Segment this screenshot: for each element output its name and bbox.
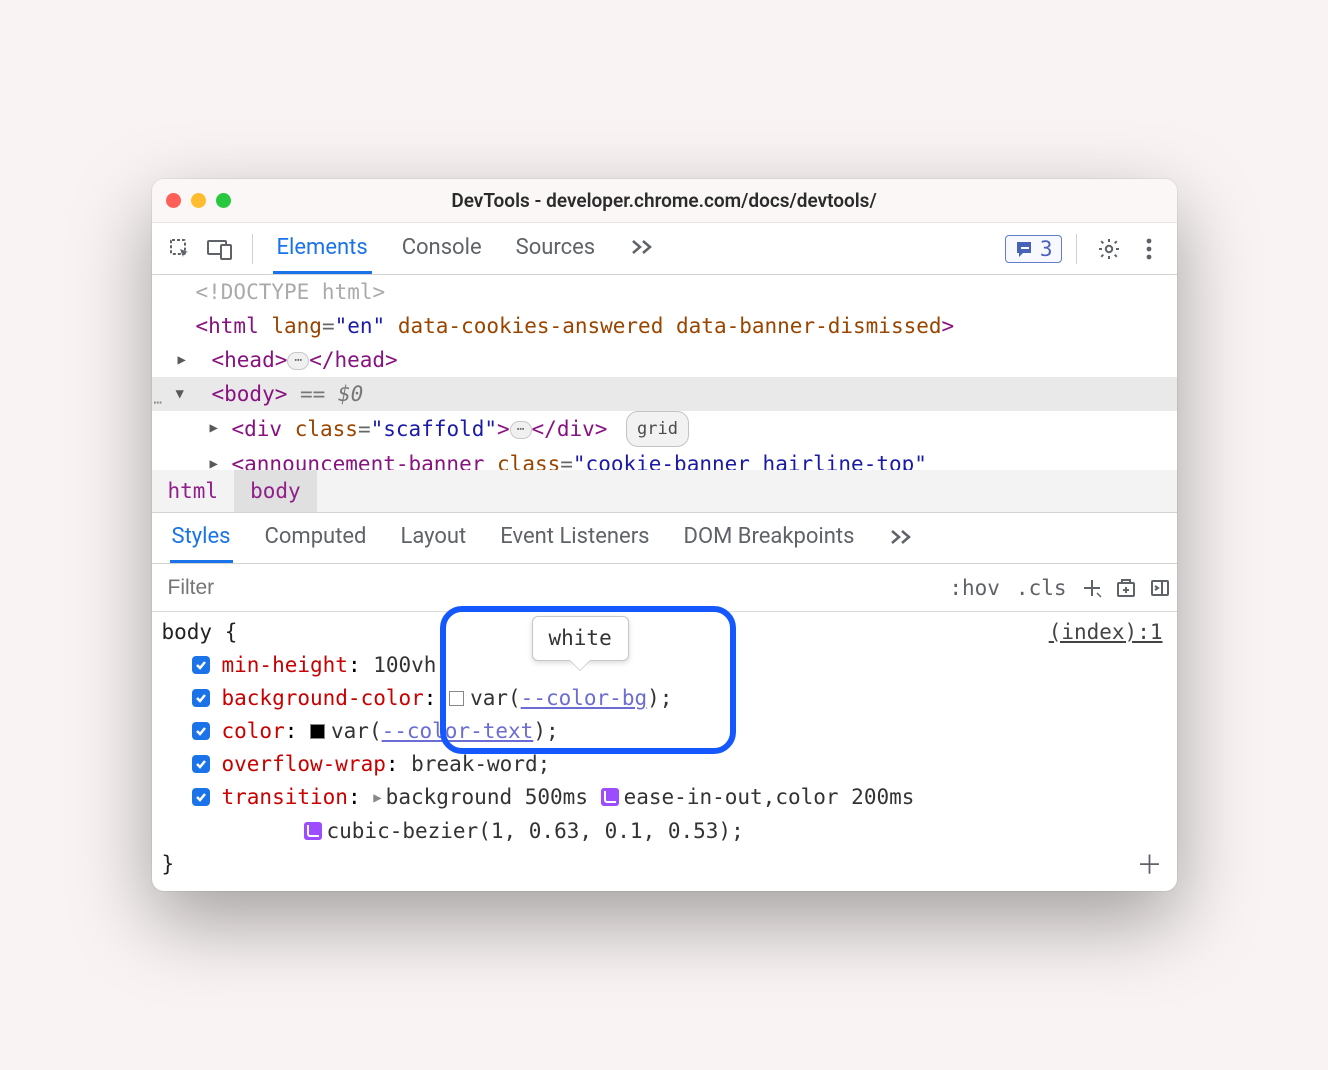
div-scaffold-node[interactable]: ▶ <div class="scaffold">⋯</div> grid [152, 411, 1177, 447]
breadcrumb-html[interactable]: html [152, 470, 235, 512]
tab-sources[interactable]: Sources [512, 223, 600, 274]
property-checkbox[interactable] [192, 755, 210, 773]
announcement-banner-node[interactable]: ▶ <announcement-banner class="cookie-ban… [152, 447, 1177, 470]
css-var-link[interactable]: --color-text [382, 719, 534, 743]
add-property-icon[interactable]: ＋ [1136, 850, 1162, 883]
property-transition[interactable]: transition: ▶background 500ms ease-in-ou… [162, 781, 1167, 815]
device-toolbar-icon[interactable] [202, 231, 238, 267]
ellipsis-badge[interactable]: ⋯ [287, 352, 309, 370]
issues-count: 3 [1040, 237, 1053, 261]
collapse-arrow-icon[interactable]: ▼ [176, 377, 184, 411]
breadcrumb-body[interactable]: body [234, 470, 317, 512]
traffic-lights [166, 193, 231, 208]
subtab-styles[interactable]: Styles [170, 513, 233, 563]
inspect-element-icon[interactable] [162, 231, 198, 267]
source-link[interactable]: (index):1 [1049, 616, 1163, 649]
maximize-window-button[interactable] [216, 193, 231, 208]
new-style-rule-icon[interactable] [1075, 577, 1109, 599]
toolbar-separator [1076, 234, 1077, 264]
body-node-selected[interactable]: ⋯ ▼ <body> == $0 [152, 377, 1177, 411]
property-checkbox[interactable] [192, 788, 210, 806]
cls-toggle[interactable]: .cls [1008, 576, 1075, 600]
subtab-dom-breakpoints[interactable]: DOM Breakpoints [682, 513, 857, 563]
settings-gear-icon[interactable] [1091, 231, 1127, 267]
tab-console[interactable]: Console [398, 223, 486, 274]
easing-editor-icon[interactable] [304, 822, 322, 840]
property-checkbox[interactable] [192, 656, 210, 674]
copy-styles-icon[interactable] [1109, 577, 1143, 599]
main-tabs: Elements Console Sources [273, 223, 660, 274]
minimize-window-button[interactable] [191, 193, 206, 208]
more-subtabs-button[interactable] [886, 513, 916, 563]
more-tabs-button[interactable] [625, 223, 659, 274]
dom-tree-panel[interactable]: <!DOCTYPE html> <html lang="en" data-coo… [152, 275, 1177, 470]
expand-triangle-icon[interactable]: ▶ [373, 782, 381, 815]
subtab-layout[interactable]: Layout [398, 513, 468, 563]
grid-badge[interactable]: grid [626, 411, 689, 447]
css-var-link[interactable]: --color-bg [521, 686, 647, 710]
dom-breadcrumb: html body [152, 470, 1177, 512]
hov-toggle[interactable]: :hov [941, 576, 1008, 600]
property-overflow-wrap[interactable]: overflow-wrap: break-word; [162, 748, 1167, 781]
close-window-button[interactable] [166, 193, 181, 208]
tab-elements[interactable]: Elements [273, 223, 372, 274]
window-title: DevTools - developer.chrome.com/docs/dev… [152, 189, 1177, 212]
styles-filter-bar: :hov .cls [152, 564, 1177, 612]
property-background-color[interactable]: background-color: var(--color-bg); [162, 682, 1167, 715]
kebab-menu-icon[interactable] [1131, 231, 1167, 267]
toolbar-separator [252, 234, 253, 264]
expand-arrow-icon[interactable]: ▶ [178, 343, 186, 377]
main-toolbar: Elements Console Sources 3 [152, 223, 1177, 275]
styles-subtabs: Styles Computed Layout Event Listeners D… [152, 512, 1177, 564]
property-min-height[interactable]: min-height: 100vh; [162, 649, 1167, 682]
property-checkbox[interactable] [192, 722, 210, 740]
head-node[interactable]: ▶ <head>⋯</head> [152, 343, 1177, 377]
issues-badge[interactable]: 3 [1005, 235, 1062, 263]
doctype-node[interactable]: <!DOCTYPE html> [152, 275, 1177, 309]
rule-close-brace: } [162, 848, 1167, 881]
color-swatch-white[interactable] [449, 691, 464, 706]
color-swatch-black[interactable] [310, 724, 325, 739]
easing-editor-icon[interactable] [601, 788, 619, 806]
rule-selector[interactable]: body { [162, 616, 1167, 649]
titlebar: DevTools - developer.chrome.com/docs/dev… [152, 179, 1177, 223]
property-transition-cont[interactable]: cubic-bezier(1, 0.63, 0.1, 0.53); [162, 815, 1167, 848]
property-checkbox[interactable] [192, 689, 210, 707]
subtab-event-listeners[interactable]: Event Listeners [498, 513, 651, 563]
devtools-window: DevTools - developer.chrome.com/docs/dev… [152, 179, 1177, 891]
property-color[interactable]: color: var(--color-text); [162, 715, 1167, 748]
expand-arrow-icon[interactable]: ▶ [210, 411, 218, 445]
toggle-sidebar-icon[interactable] [1143, 577, 1177, 599]
html-node[interactable]: <html lang="en" data-cookies-answered da… [152, 309, 1177, 343]
color-tooltip: white [532, 616, 629, 661]
ellipsis-badge[interactable]: ⋯ [510, 421, 532, 439]
styles-filter-input[interactable] [152, 564, 942, 611]
expand-arrow-icon[interactable]: ▶ [210, 447, 218, 470]
styles-rules-panel[interactable]: (index):1 body { min-height: 100vh; back… [152, 612, 1177, 891]
subtab-computed[interactable]: Computed [263, 513, 369, 563]
